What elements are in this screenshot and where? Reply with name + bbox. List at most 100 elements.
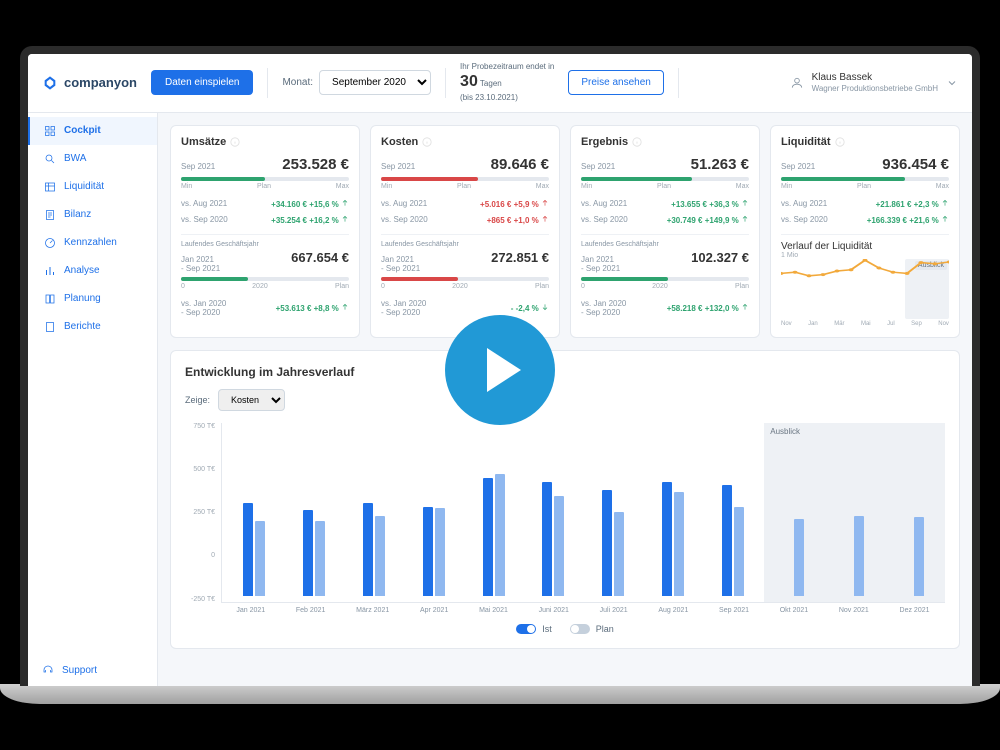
divider bbox=[445, 68, 446, 98]
chart-show-label: Zeige: bbox=[185, 395, 210, 405]
info-icon bbox=[422, 137, 432, 147]
kpi-value: 253.528 € bbox=[282, 156, 349, 173]
user-company: Wagner Produktionsbetriebe GmbH bbox=[812, 84, 938, 94]
cmp-label: vs. Aug 2021 bbox=[781, 199, 827, 208]
main-content: Umsätze Sep 2021253.528 € MinPlanMax vs.… bbox=[158, 113, 972, 686]
bar-plan bbox=[854, 516, 864, 597]
sidebar: Cockpit BWA Liquidität Bilanz Kennzahlen… bbox=[28, 113, 158, 686]
info-icon bbox=[632, 137, 642, 147]
dashboard-icon bbox=[44, 125, 56, 137]
nav-bwa[interactable]: BWA bbox=[28, 145, 157, 173]
x-tick: Feb 2021 bbox=[296, 607, 326, 614]
bar-plan bbox=[255, 521, 265, 596]
month-label: Monat: bbox=[282, 77, 313, 88]
cmp-value: +5.016 € bbox=[480, 200, 511, 209]
gauge-min: Min bbox=[781, 183, 792, 190]
gauge bbox=[181, 177, 349, 181]
nav-support[interactable]: Support bbox=[28, 654, 157, 686]
toggle-plan[interactable] bbox=[570, 624, 590, 634]
x-tick: Sep 2021 bbox=[719, 607, 749, 614]
cmp-value: +166.339 € bbox=[867, 216, 907, 225]
x-tick: Juli 2021 bbox=[600, 607, 628, 614]
bar-group bbox=[303, 423, 325, 602]
bar-ist bbox=[722, 485, 732, 596]
cmp-pct: +149,9 % bbox=[705, 216, 739, 225]
bar-plan bbox=[674, 492, 684, 596]
play-video-button[interactable] bbox=[445, 315, 555, 425]
legend-ist: Ist bbox=[542, 624, 552, 634]
kpi-title: Liquidität bbox=[781, 136, 831, 148]
ytd-value: 272.851 € bbox=[491, 250, 549, 265]
cmp-pct: +15,6 % bbox=[309, 200, 339, 209]
info-icon bbox=[230, 137, 240, 147]
bar-plan bbox=[614, 512, 624, 596]
bar-plan bbox=[495, 474, 505, 596]
app-header: companyon Daten einspielen Monat: Septem… bbox=[28, 54, 972, 113]
kpi-card: Liquidität Sep 2021936.454 € MinPlanMax … bbox=[770, 125, 960, 338]
nav-berichte[interactable]: Berichte bbox=[28, 313, 157, 341]
bar-ist bbox=[363, 503, 373, 596]
ytd-period: Jan 2021 - Sep 2021 bbox=[181, 255, 220, 273]
x-tick: Dez 2021 bbox=[900, 607, 930, 614]
trial-days: 30 bbox=[460, 73, 478, 90]
gauge-plan: Plan bbox=[457, 183, 471, 190]
pricing-button[interactable]: Preise ansehen bbox=[568, 70, 664, 95]
y-tick: -250 T€ bbox=[185, 596, 215, 603]
cmp-pct: +2,3 % bbox=[914, 200, 939, 209]
spark-ylabel: 1 Mio bbox=[781, 252, 949, 259]
document-icon bbox=[44, 209, 56, 221]
gauge bbox=[381, 277, 549, 281]
bar-plan bbox=[794, 519, 804, 596]
cmp-value: +13.655 € bbox=[671, 200, 707, 209]
bars-icon bbox=[44, 265, 56, 277]
nav-liquiditaet[interactable]: Liquidität bbox=[28, 173, 157, 201]
nav-label: Kennzahlen bbox=[64, 237, 117, 248]
kpi-period: Sep 2021 bbox=[181, 162, 215, 171]
kpi-card: Ergebnis Sep 202151.263 € MinPlanMax vs.… bbox=[570, 125, 760, 338]
toggle-ist[interactable] bbox=[516, 624, 536, 634]
ytd-cmp-pct: +8,8 % bbox=[314, 304, 339, 313]
cmp-label: vs. Aug 2021 bbox=[381, 199, 427, 208]
arrow-up-icon bbox=[741, 215, 749, 223]
kpi-value: 51.263 € bbox=[691, 156, 749, 173]
nav-label: BWA bbox=[64, 153, 86, 164]
bar-ist bbox=[602, 490, 612, 596]
spark-month: Nov bbox=[781, 321, 792, 327]
nav-bilanz[interactable]: Bilanz bbox=[28, 201, 157, 229]
kpi-card: Umsätze Sep 2021253.528 € MinPlanMax vs.… bbox=[170, 125, 360, 338]
ytd-left: 2020 bbox=[652, 283, 668, 290]
month-dropdown[interactable]: September 2020 bbox=[319, 70, 431, 95]
chart-metric-dropdown[interactable]: Kosten bbox=[218, 389, 285, 411]
bar-group bbox=[602, 423, 624, 602]
bar-group bbox=[722, 423, 744, 602]
bar-group bbox=[423, 423, 445, 602]
y-tick: 500 T€ bbox=[185, 466, 215, 473]
x-tick: Apr 2021 bbox=[420, 607, 448, 614]
month-selector: Monat: September 2020 bbox=[282, 70, 431, 95]
gauge-icon bbox=[44, 237, 56, 249]
gauge-max: Max bbox=[336, 183, 349, 190]
bar-ist bbox=[542, 482, 552, 597]
kpi-card: Kosten Sep 202189.646 € MinPlanMax vs. A… bbox=[370, 125, 560, 338]
nav-analyse[interactable]: Analyse bbox=[28, 257, 157, 285]
cmp-pct: +16,2 % bbox=[309, 216, 339, 225]
import-data-button[interactable]: Daten einspielen bbox=[151, 70, 254, 95]
cmp-value: +21.861 € bbox=[876, 200, 912, 209]
nav-cockpit[interactable]: Cockpit bbox=[28, 117, 157, 145]
cmp-label: vs. Sep 2020 bbox=[181, 215, 228, 224]
ytd-right: Plan bbox=[335, 283, 349, 290]
arrow-up-icon bbox=[741, 199, 749, 207]
trial-notice: Ihr Probezeitraum endet in 30 Tagen (bis… bbox=[460, 62, 554, 104]
logo-icon bbox=[42, 75, 58, 91]
arrow-down-icon bbox=[541, 303, 549, 311]
nav-planung[interactable]: Planung bbox=[28, 285, 157, 313]
arrow-up-icon bbox=[341, 199, 349, 207]
arrow-up-icon bbox=[541, 215, 549, 223]
chart-legend: Ist Plan bbox=[185, 624, 945, 634]
cmp-label: vs. Sep 2020 bbox=[581, 215, 628, 224]
gauge-min: Min bbox=[181, 183, 192, 190]
nav-kennzahlen[interactable]: Kennzahlen bbox=[28, 229, 157, 257]
trial-prefix: Ihr Probezeitraum endet in bbox=[460, 62, 554, 72]
user-menu[interactable]: Klaus Bassek Wagner Produktionsbetriebe … bbox=[790, 72, 958, 94]
trial-days-label: Tagen bbox=[480, 79, 502, 88]
